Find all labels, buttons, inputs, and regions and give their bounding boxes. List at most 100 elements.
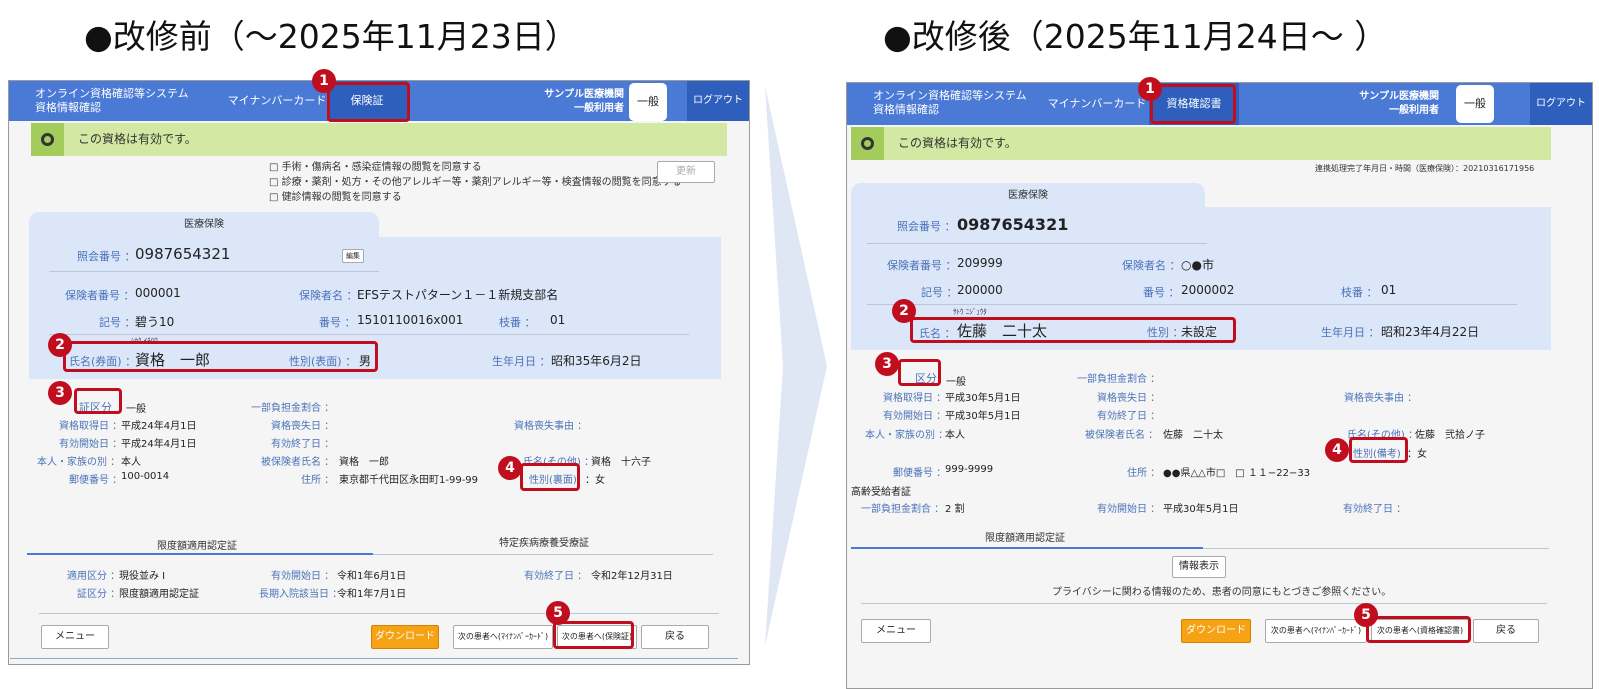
insured-value: 佐藤 二十太 <box>1163 430 1223 441</box>
insurer-name-label: 保険者名 ： <box>1122 259 1181 272</box>
valid-circle-icon <box>31 123 64 156</box>
privacy-notice: プライバシーに関わる情報のため、患者の同意にもとづきご参照ください。 <box>1052 587 1392 598</box>
acquired-value: 平成24年4月1日 <box>121 421 197 432</box>
number-label: 番号 ： <box>319 316 356 329</box>
badge-2-before: 2 <box>48 333 72 357</box>
symbol-label: 記号 ： <box>99 316 136 329</box>
sex-back-value: ：女 <box>585 475 605 486</box>
start-label: 有効開始日 ： <box>883 411 947 422</box>
loss-reason-label: 資格喪失事由 ： <box>514 421 588 432</box>
elderly-section-title: 高齢受給者証 <box>851 487 911 498</box>
insurer-no-label: 保険者番号 ： <box>887 259 957 272</box>
divider <box>49 271 379 272</box>
limit-class-label: 証区分 ： <box>77 589 121 600</box>
badge-2-after: 2 <box>892 299 916 323</box>
highlight-4-before <box>520 463 580 491</box>
highlight-1-before <box>327 82 410 122</box>
badge-1-before: 1 <box>312 69 336 93</box>
tab-underline <box>851 547 1203 549</box>
elderly-copay-value: 2 割 <box>945 504 965 515</box>
tab-limit-certificate[interactable]: 限度額適用認定証 <box>985 529 1065 544</box>
postal-value: 100-0014 <box>121 471 170 482</box>
dob-label: 生年月日 ： <box>1321 326 1380 339</box>
linkage-timestamp: 連携処理完了年月日・時間（医療保険）：20210316171956 <box>1315 164 1535 173</box>
badge-4-before: 4 <box>498 456 522 480</box>
back-button[interactable]: 戻る <box>641 625 709 649</box>
bottom-rule <box>10 658 738 659</box>
menu-button[interactable]: メニュー <box>861 619 931 643</box>
limit-end-value: 令和2年12月31日 <box>591 571 673 582</box>
copay-label: 一部負担金割合 ： <box>1077 374 1161 385</box>
update-button[interactable]: 更新 <box>657 161 715 183</box>
postal-label: 郵便番号 ： <box>893 468 947 479</box>
address-value: 東京都千代田区永田町1-99-99 <box>339 475 479 486</box>
number-value: 1510110016x001 <box>357 313 464 327</box>
branch-value: 01 <box>1381 283 1397 297</box>
info-display-button[interactable]: 情報表示 <box>1172 556 1226 578</box>
elderly-start-label: 有効開始日 ： <box>1097 504 1161 515</box>
consent-checkup[interactable]: □ 健診情報の閲覧を同意する <box>269 188 402 203</box>
user-badge[interactable]: 一般 <box>1456 85 1494 123</box>
apply-label: 適用区分 ： <box>67 571 121 582</box>
tab-limit-certificate[interactable]: 限度額適用認定証 <box>157 537 237 552</box>
tab-underline <box>27 553 373 555</box>
family-label: 本人・家族の別 ： <box>37 457 121 468</box>
heading-before: ●改修前（～2025年11月23日） <box>84 17 578 56</box>
class-value: 一般 <box>946 377 966 388</box>
dob-value: 昭和35年6月2日 <box>551 354 642 368</box>
tab-specific-disease[interactable]: 特定疾病療養受療証 <box>499 534 589 549</box>
valid-message: この資格は有効です。 <box>78 132 197 146</box>
end-label: 有効終了日 ： <box>271 439 335 450</box>
consent-surgery[interactable]: □ 手術・傷病名・感染症情報の閲覧を同意する <box>269 158 482 173</box>
highlight-5-before <box>553 621 634 649</box>
ref-label: 照会番号 ： <box>897 220 956 233</box>
screen-before: オンライン資格確認等システム 資格情報確認 マイナンバーカード 保険証 サンプル… <box>8 80 750 665</box>
family-value: 本人 <box>121 457 141 468</box>
badge-4-after: 4 <box>1325 438 1349 462</box>
highlight-5-after <box>1366 616 1471 643</box>
insured-label: 被保険者氏名 ： <box>1085 430 1159 441</box>
other-name-value: 佐藤 弐拾ノ子 <box>1415 430 1485 441</box>
next-patient-mynumber-button[interactable]: 次の患者へ(ﾏｲﾅﾝﾊﾞｰｶｰﾄﾞ) <box>453 625 553 649</box>
download-button[interactable]: ダウンロード <box>1181 619 1251 643</box>
consent-medication[interactable]: □ 診療・薬剤・処方・その他アレルギー等・薬剤アレルギー等・検査情報の閲覧を同意… <box>269 173 682 188</box>
org-info: サンプル医療機関 一般利用者 <box>529 88 624 116</box>
insured-value: 資格 一郎 <box>339 457 389 468</box>
divider <box>39 613 719 614</box>
badge-3-after: 3 <box>875 352 899 376</box>
symbol-value: 200000 <box>957 283 1003 297</box>
highlight-4-after <box>1349 437 1408 463</box>
user-role: 一般利用者 <box>574 103 624 114</box>
panel-tab-medical-insurance[interactable]: 医療保険 <box>851 183 1205 208</box>
highlight-2-after <box>910 317 1236 343</box>
acquired-value: 平成30年5月1日 <box>945 393 1021 404</box>
back-button[interactable]: 戻る <box>1473 619 1539 643</box>
copay-label: 一部負担金割合 ： <box>251 403 335 414</box>
badge-5-after: 5 <box>1354 603 1378 627</box>
insurer-name-value: EFSテストパターン１－１新規支部名 <box>357 288 559 302</box>
screen-after: オンライン資格確認等システム 資格情報確認 マイナンバーカード 資格確認書 サン… <box>846 82 1593 689</box>
logout-button[interactable]: ログアウト <box>687 81 749 121</box>
edit-button[interactable]: 編集 <box>342 249 364 263</box>
limit-class-value: 限度額適用認定証 <box>119 589 199 600</box>
end-label: 有効終了日 ： <box>1097 411 1161 422</box>
elderly-start-value: 平成30年5月1日 <box>1163 504 1239 515</box>
badge-1-after: 1 <box>1138 77 1162 101</box>
nav-mynumber-card[interactable]: マイナンバーカード <box>1047 83 1147 125</box>
menu-button[interactable]: メニュー <box>41 625 109 649</box>
next-patient-mynumber-button[interactable]: 次の患者へ(ﾏｲﾅﾝﾊﾞｰｶｰﾄﾞ) <box>1265 619 1367 643</box>
system-title: オンライン資格確認等システム 資格情報確認 <box>35 87 189 115</box>
limit-start-label: 有効開始日 ： <box>271 571 335 582</box>
user-badge[interactable]: 一般 <box>629 83 667 121</box>
apply-value: 現役並み I <box>119 571 166 582</box>
nav-mynumber-card[interactable]: マイナンバーカード <box>227 81 327 121</box>
insurer-no-value: 000001 <box>135 286 181 300</box>
org-info: サンプル医療機関 一般利用者 <box>1327 90 1439 118</box>
download-button[interactable]: ダウンロード <box>371 625 439 649</box>
insurer-no-value: 209999 <box>957 256 1003 270</box>
valid-message: この資格は有効です。 <box>898 136 1017 150</box>
panel-tab-medical-insurance[interactable]: 医療保険 <box>29 212 379 238</box>
logout-button[interactable]: ログアウト <box>1530 83 1592 125</box>
system-title: オンライン資格確認等システム 資格情報確認 <box>873 89 1027 117</box>
divider <box>373 554 713 555</box>
